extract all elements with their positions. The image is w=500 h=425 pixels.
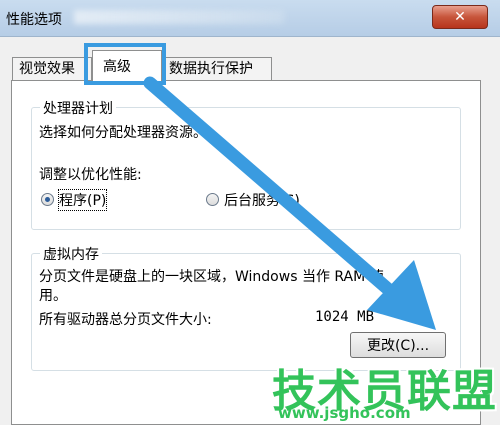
watermark-url: www.jsgho.com <box>278 404 411 422</box>
arrow-head <box>367 260 436 330</box>
arrow-shaft <box>143 76 403 303</box>
